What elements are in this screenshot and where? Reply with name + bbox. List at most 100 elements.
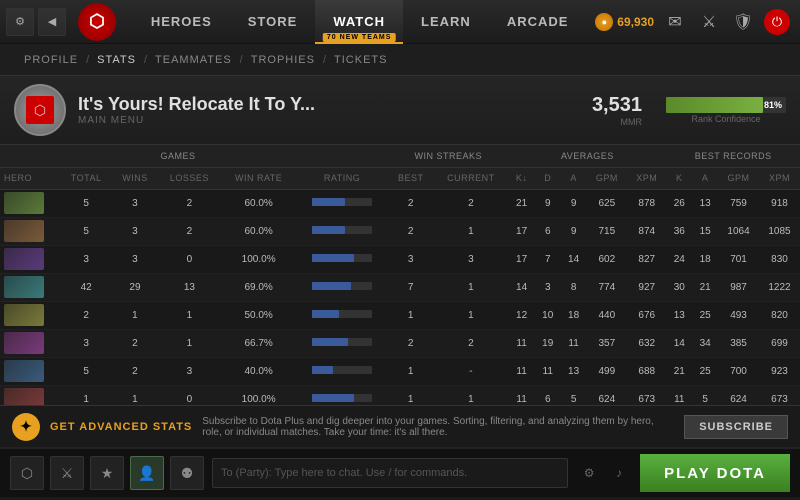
hero-col-header: HERO bbox=[0, 167, 60, 189]
nav-store[interactable]: STORE bbox=[230, 0, 316, 44]
settings-icon-btn[interactable]: ⚙ bbox=[6, 8, 34, 36]
bestrecords-group-header: BEST RECORDS bbox=[666, 145, 800, 167]
rating-bar-7 bbox=[312, 394, 372, 402]
xpm-col-header: XPM bbox=[627, 167, 666, 189]
settings-icons: ⚙ ♪ bbox=[576, 460, 632, 486]
back-btn[interactable]: ◀ bbox=[38, 8, 66, 36]
wins-cell-5: 2 bbox=[112, 329, 157, 357]
rating-fill-3 bbox=[312, 282, 351, 290]
best-cell-0: 2 bbox=[388, 189, 433, 217]
shield-icon[interactable]: 🛡 bbox=[730, 9, 756, 35]
inventory-btn[interactable]: ⬡ bbox=[10, 456, 44, 490]
losses-cell-2: 0 bbox=[158, 245, 222, 273]
nav-learn[interactable]: LEARN bbox=[403, 0, 489, 44]
wins-col-header: WINS bbox=[112, 167, 157, 189]
nav-right: ● 69,930 ✉ ⚔ 🛡 ⏻ bbox=[595, 9, 800, 35]
subscribe-button[interactable]: SUBSCRIBE bbox=[684, 415, 788, 439]
sec-nav-teammates[interactable]: TEAMMATES bbox=[151, 54, 236, 66]
nav-heroes[interactable]: HEROES bbox=[133, 0, 230, 44]
hero-cell-4 bbox=[0, 301, 60, 329]
rating-bar-6 bbox=[312, 366, 372, 374]
k-cell-6: 11 bbox=[508, 357, 534, 385]
party-btn[interactable]: ⚉ bbox=[170, 456, 204, 490]
gpm-cell-0: 625 bbox=[587, 189, 628, 217]
bk-cell-3: 30 bbox=[666, 273, 692, 301]
confidence-pct: 81% bbox=[764, 100, 782, 110]
d-cell-1: 6 bbox=[535, 217, 561, 245]
gpm-cell-4: 440 bbox=[587, 301, 628, 329]
rating-fill-2 bbox=[312, 254, 354, 262]
nav-left: ⚙ ◀ ⬡ bbox=[0, 3, 124, 41]
hero-image-6 bbox=[4, 360, 44, 382]
heroes-btn[interactable]: ⚔ bbox=[50, 456, 84, 490]
d-cell-4: 10 bbox=[535, 301, 561, 329]
ba-cell-4: 25 bbox=[692, 301, 718, 329]
table-row[interactable]: 5 3 2 60.0% 2 1 17 6 9 715 874 36 15 106… bbox=[0, 217, 800, 245]
nav-watch[interactable]: WATCH 70 New Teams bbox=[315, 0, 403, 44]
best-cell-4: 1 bbox=[388, 301, 433, 329]
bk-cell-6: 21 bbox=[666, 357, 692, 385]
profile-avatar-wrap: ⬡ bbox=[14, 84, 66, 136]
bgpm-cell-4: 493 bbox=[718, 301, 759, 329]
nav-arcade[interactable]: ARCADE bbox=[489, 0, 587, 44]
stats-container[interactable]: GAMES WIN STREAKS AVERAGES BEST RECORDS … bbox=[0, 145, 800, 405]
hero-cell-0 bbox=[0, 189, 60, 217]
a-cell-3: 8 bbox=[561, 273, 587, 301]
stats-table: GAMES WIN STREAKS AVERAGES BEST RECORDS … bbox=[0, 145, 800, 405]
k-cell-7: 11 bbox=[508, 385, 534, 405]
bxpm-cell-0: 918 bbox=[759, 189, 800, 217]
k-col-header: K↓ bbox=[508, 167, 534, 189]
ba-cell-3: 21 bbox=[692, 273, 718, 301]
table-row[interactable]: 3 3 0 100.0% 3 3 17 7 14 602 827 24 18 7… bbox=[0, 245, 800, 273]
bk-cell-2: 24 bbox=[666, 245, 692, 273]
sec-nav-stats[interactable]: STATS bbox=[93, 54, 140, 66]
cosmetics-btn[interactable]: ★ bbox=[90, 456, 124, 490]
mail-icon[interactable]: ✉ bbox=[662, 9, 688, 35]
table-row[interactable]: 42 29 13 69.0% 7 1 14 3 8 774 927 30 21 … bbox=[0, 273, 800, 301]
secondary-nav: PROFILE / STATS / TEAMMATES / TROPHIES /… bbox=[0, 44, 800, 76]
xpm-cell-4: 676 bbox=[627, 301, 666, 329]
losses-cell-7: 0 bbox=[158, 385, 222, 405]
hero-cell-3 bbox=[0, 273, 60, 301]
play-dota-button[interactable]: PLAY DOTA bbox=[640, 454, 790, 492]
xpm-cell-6: 688 bbox=[627, 357, 666, 385]
profile-name: It's Yours! Relocate It To Y... bbox=[78, 94, 580, 115]
winrate-cell-1: 60.0% bbox=[221, 217, 296, 245]
winrate-cell-0: 60.0% bbox=[221, 189, 296, 217]
hero-cell-2 bbox=[0, 245, 60, 273]
confidence-bar-wrap: 81% Rank Confidence bbox=[666, 97, 786, 124]
hero-image-3 bbox=[4, 276, 44, 298]
bgpm-cell-5: 385 bbox=[718, 329, 759, 357]
power-button[interactable]: ⏻ bbox=[764, 9, 790, 35]
settings-icon[interactable]: ⚙ bbox=[576, 460, 602, 486]
table-row[interactable]: 3 2 1 66.7% 2 2 11 19 11 357 632 14 34 3… bbox=[0, 329, 800, 357]
losses-cell-3: 13 bbox=[158, 273, 222, 301]
table-row[interactable]: 5 3 2 60.0% 2 2 21 9 9 625 878 26 13 759… bbox=[0, 189, 800, 217]
rating-fill-6 bbox=[312, 366, 333, 374]
k-cell-5: 11 bbox=[508, 329, 534, 357]
profile-btn[interactable]: 👤 bbox=[130, 456, 164, 490]
current-col-header: CURRENT bbox=[433, 167, 508, 189]
confidence-sub: Rank Confidence bbox=[666, 114, 786, 124]
table-row[interactable]: 5 2 3 40.0% 1 - 11 11 13 499 688 21 25 7… bbox=[0, 357, 800, 385]
total-cell-6: 5 bbox=[60, 357, 112, 385]
current-cell-5: 2 bbox=[433, 329, 508, 357]
rating-header bbox=[296, 145, 388, 167]
friends-icon[interactable]: ⚔ bbox=[696, 9, 722, 35]
profile-sub: MAIN MENU bbox=[78, 115, 580, 126]
sec-nav-trophies[interactable]: TROPHIES bbox=[247, 54, 319, 66]
bxpm-cell-4: 820 bbox=[759, 301, 800, 329]
table-row[interactable]: 2 1 1 50.0% 1 1 12 10 18 440 676 13 25 4… bbox=[0, 301, 800, 329]
top-nav: ⚙ ◀ ⬡ HEROES STORE WATCH 70 New Teams LE… bbox=[0, 0, 800, 44]
bk-cell-1: 36 bbox=[666, 217, 692, 245]
table-header-groups: GAMES WIN STREAKS AVERAGES BEST RECORDS bbox=[0, 145, 800, 167]
sec-nav-profile[interactable]: PROFILE bbox=[20, 54, 82, 66]
ba-cell-5: 34 bbox=[692, 329, 718, 357]
audio-icon[interactable]: ♪ bbox=[606, 460, 632, 486]
profile-avatar: ⬡ bbox=[26, 96, 54, 124]
chat-input-display[interactable]: To (Party): Type here to chat. Use / for… bbox=[212, 458, 568, 488]
confidence-bar: 81% bbox=[666, 97, 786, 113]
table-row[interactable]: 1 1 0 100.0% 1 1 11 6 5 624 673 11 5 624… bbox=[0, 385, 800, 405]
hero-image-4 bbox=[4, 304, 44, 326]
sec-nav-tickets[interactable]: TICKETS bbox=[330, 54, 391, 66]
